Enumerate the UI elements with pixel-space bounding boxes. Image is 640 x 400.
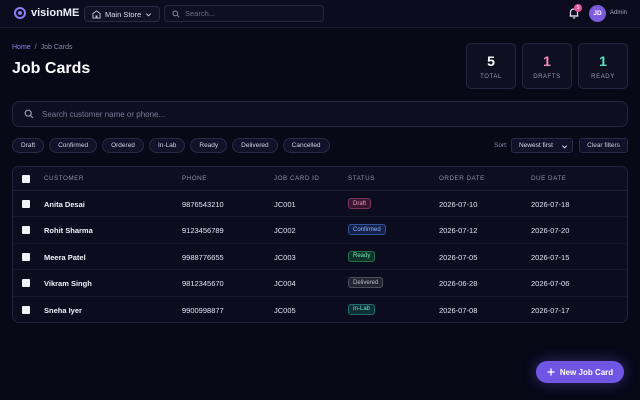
- notification-badge: 5: [574, 4, 582, 12]
- clear-filters-button[interactable]: Clear filters: [579, 138, 628, 153]
- cell-phone: 9123456789: [182, 226, 224, 236]
- stat-ready-label: READY: [591, 74, 615, 80]
- select-all-checkbox[interactable]: [22, 175, 30, 183]
- status-badge: In-Lab: [348, 303, 376, 315]
- stat-drafts-label: DRAFTS: [533, 74, 561, 80]
- new-job-card-button[interactable]: New Job Card: [536, 361, 624, 383]
- cell-due-date: 2026-07-15: [531, 252, 570, 262]
- row-checkbox[interactable]: [22, 305, 30, 314]
- cell-due-date: 2026-07-17: [531, 305, 570, 315]
- stat-total-value: 5: [487, 53, 495, 69]
- cell-customer: Rohit Sharma: [44, 226, 93, 236]
- row-checkbox[interactable]: [22, 200, 30, 208]
- new-job-card-label: New Job Card: [559, 367, 614, 377]
- status-badge: Confirmed: [348, 224, 386, 236]
- cell-customer: Sneha Iyer: [44, 305, 82, 315]
- user-role: Admin: [610, 10, 628, 16]
- header-order-date[interactable]: ORDER DATE: [439, 175, 485, 182]
- avatar[interactable]: JD: [589, 5, 606, 22]
- stat-ready-card: 1 READY: [578, 43, 628, 89]
- cell-job-card-id: JC001: [274, 200, 296, 209]
- row-checkbox[interactable]: [22, 226, 30, 235]
- top-bar: visionME Main Store 5 JD Admin: [0, 0, 640, 28]
- header-customer[interactable]: CUSTOMER: [44, 175, 84, 182]
- cell-order-date: 2026-07-08: [439, 305, 478, 315]
- stat-total-card: 5 TOTAL: [466, 43, 516, 89]
- header-due-date[interactable]: DUE DATE: [531, 175, 566, 182]
- cell-due-date: 2026-07-06: [531, 279, 570, 289]
- global-search: [164, 5, 324, 22]
- cell-due-date: 2026-07-20: [531, 226, 570, 236]
- header-phone[interactable]: PHONE: [182, 175, 207, 182]
- breadcrumb-separator: /: [34, 44, 37, 51]
- page-title: Job Cards: [12, 60, 91, 77]
- cell-phone: 9812345670: [182, 279, 224, 289]
- cell-order-date: 2026-07-12: [439, 226, 478, 236]
- global-search-input[interactable]: [185, 9, 315, 18]
- store-icon: [92, 9, 101, 19]
- filter-chip-confirmed[interactable]: Confirmed: [49, 138, 98, 153]
- filter-chip-ordered[interactable]: Ordered: [102, 138, 144, 153]
- app-logo[interactable]: visionME: [14, 7, 79, 19]
- filter-chip-in-lab[interactable]: In-Lab: [148, 138, 186, 153]
- table-row[interactable]: Anita Desai 9876543210 JC001 Draft 2026-07-1…: [13, 191, 627, 218]
- stat-drafts-card: 1 DRAFTS: [522, 43, 572, 89]
- logo-icon: [14, 7, 26, 19]
- row-checkbox[interactable]: [22, 252, 30, 261]
- filter-chip-ready[interactable]: Ready: [190, 138, 228, 153]
- cell-job-card-id: JC004: [274, 279, 296, 289]
- table-row[interactable]: Vikram Singh 9812345670 JC004 Delivered 2026…: [13, 270, 627, 297]
- sort-label: Sort:: [494, 142, 508, 149]
- cell-phone: 9900998877: [182, 305, 224, 315]
- cell-job-card-id: JC002: [274, 226, 296, 236]
- sort-select[interactable]: Newest first: [511, 138, 573, 153]
- breadcrumb-home[interactable]: Home: [12, 44, 31, 51]
- cell-due-date: 2026-07-18: [531, 200, 570, 209]
- cell-phone: 9988776655: [182, 252, 224, 262]
- cell-order-date: 2026-06-28: [439, 279, 478, 289]
- stat-total-label: TOTAL: [480, 74, 502, 80]
- chevron-down-icon: [561, 145, 568, 149]
- status-badge: Ready: [348, 250, 376, 262]
- cell-order-date: 2026-07-05: [439, 252, 478, 262]
- app-name: visionME: [31, 7, 80, 19]
- plus-icon: [547, 368, 555, 376]
- store-label: Main Store: [105, 9, 142, 19]
- header-job-card-id[interactable]: JOB CARD ID: [274, 175, 319, 182]
- status-filter-chips: Draft Confirmed Ordered In-Lab Ready Del…: [12, 138, 330, 153]
- job-cards-table: CUSTOMER PHONE JOB CARD ID STATUS ORDER …: [12, 166, 628, 323]
- status-badge: Delivered: [348, 277, 384, 289]
- table-row[interactable]: Rohit Sharma 9123456789 JC002 Confirmed 2026…: [13, 217, 627, 244]
- store-selector[interactable]: Main Store: [84, 6, 161, 22]
- filter-chip-cancelled[interactable]: Cancelled: [282, 138, 330, 153]
- table-row[interactable]: Sneha Iyer 9900998877 JC005 In-Lab 2026-07-0…: [13, 297, 627, 322]
- cell-customer: Meera Patel: [44, 252, 86, 262]
- search-icon: [24, 109, 34, 119]
- cell-job-card-id: JC003: [274, 252, 296, 262]
- status-badge: Draft: [348, 198, 372, 209]
- cell-phone: 9876543210: [182, 200, 224, 209]
- breadcrumb: Home / Job Cards: [12, 44, 73, 51]
- header-status[interactable]: STATUS: [348, 175, 375, 182]
- chevron-down-icon: [146, 12, 152, 16]
- breadcrumb-current: Job Cards: [40, 44, 73, 51]
- customer-search-input[interactable]: [42, 109, 602, 119]
- cell-customer: Anita Desai: [44, 200, 85, 209]
- filter-chip-draft[interactable]: Draft: [12, 138, 45, 153]
- stat-ready-value: 1: [599, 53, 607, 69]
- customer-search: [12, 101, 628, 127]
- sort-value: Newest first: [519, 142, 553, 149]
- table-row[interactable]: Meera Patel 9988776655 JC003 Ready 2026-07-0…: [13, 244, 627, 271]
- table-header: CUSTOMER PHONE JOB CARD ID STATUS ORDER …: [13, 167, 627, 191]
- cell-job-card-id: JC005: [274, 305, 296, 315]
- cell-order-date: 2026-07-10: [439, 200, 478, 209]
- search-icon: [172, 9, 180, 18]
- stat-drafts-value: 1: [543, 53, 551, 69]
- filter-chip-delivered[interactable]: Delivered: [232, 138, 278, 153]
- row-checkbox[interactable]: [22, 279, 30, 288]
- cell-customer: Vikram Singh: [44, 279, 92, 289]
